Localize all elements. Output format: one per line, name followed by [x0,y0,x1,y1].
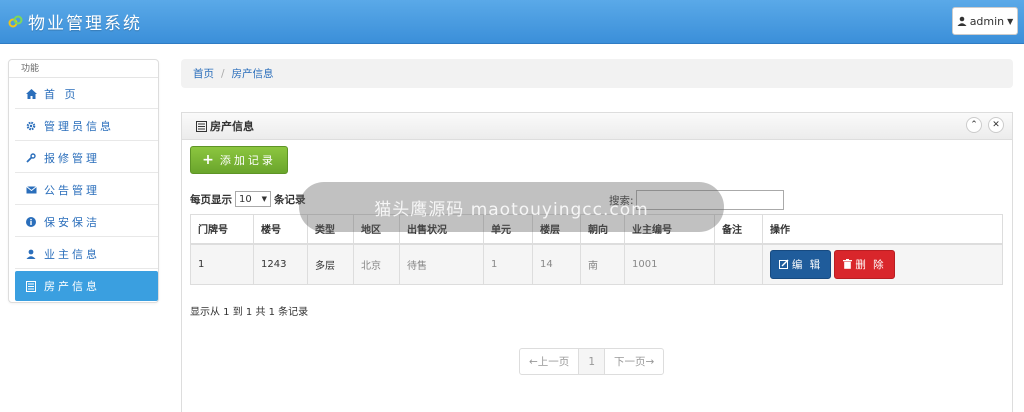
sidebar-item-label: 管理员信息 [44,119,114,133]
col-actions: 操作 [762,214,1003,245]
logo-icon [8,15,23,27]
sidebar-item-label: 首 页 [44,87,79,101]
col-unit[interactable]: 单元 [483,214,533,245]
table-row: 1 1243 多层 北京 待售 1 14 南 1001 编 辑 删 除 [190,243,1003,285]
sidebar-item-repair[interactable]: 报修管理 [15,143,158,173]
cell-unit: 1 [483,243,533,285]
cell-building: 1243 [253,243,308,285]
cell-region: 北京 [353,243,400,285]
caret-down-icon: ▼ [1007,16,1014,26]
collapse-button[interactable]: ⌃ [966,117,982,133]
breadcrumb-home-link[interactable]: 首页 [193,66,214,81]
col-floor[interactable]: 楼层 [532,214,581,245]
sidebar-item-label: 报修管理 [44,151,100,165]
sidebar-item-label: 保安保洁 [44,215,100,229]
cell-actions: 编 辑 删 除 [762,243,1003,285]
edit-label: 编 辑 [791,258,823,271]
user-icon [25,249,37,259]
search-label: 搜索: [609,194,634,207]
list-icon [25,280,37,292]
table-header-row: 门牌号 楼号 类型 地区 出售状况 单元 楼层 朝向 业主编号 备注 操作 [190,214,1003,245]
delete-label: 删 除 [855,258,886,271]
info-icon [25,216,37,227]
property-panel: 房产信息 ⌃ ✕ + 添加记录 每页显示 10 ▼ 条记录 搜索: 门牌号 楼号… [181,112,1013,412]
page-length-value: 10 [239,193,252,205]
col-sale[interactable]: 出售状况 [399,214,484,245]
brand[interactable]: 物业管理系统 [8,9,142,34]
cell-door: 1 [190,243,254,285]
panel-tools: ⌃ ✕ [966,117,1004,133]
cell-owner-id: 1001 [624,243,715,285]
sidebar-item-security[interactable]: 保安保洁 [15,207,158,237]
panel-header: 房产信息 [182,113,1012,140]
trash-icon [843,259,853,270]
close-icon: ✕ [992,120,1000,130]
sidebar-item-label: 公告管理 [44,183,100,197]
search-input[interactable] [635,190,784,210]
pagination: ←上一页 1 下一页→ [519,348,665,375]
sidebar-item-label: 房产信息 [44,280,100,293]
sidebar-item-notice[interactable]: 公告管理 [15,175,158,205]
table-info: 显示从 1 到 1 共 1 条记录 [190,307,309,318]
col-door[interactable]: 门牌号 [190,214,254,245]
app-title: 物业管理系统 [28,14,142,34]
breadcrumb: 首页 / 房产信息 [181,59,1013,88]
caret-down-icon: ▼ [261,195,267,203]
property-table: 门牌号 楼号 类型 地区 出售状况 单元 楼层 朝向 业主编号 备注 操作 1 … [190,214,1003,285]
user-icon [957,16,967,26]
col-region[interactable]: 地区 [353,214,400,245]
home-icon [25,88,37,99]
length-suffix: 条记录 [274,193,306,206]
col-building[interactable]: 楼号 [253,214,308,245]
add-record-label: 添加记录 [219,154,276,167]
top-navbar: 物业管理系统 admin ▼ [0,0,1024,44]
breadcrumb-separator: / [221,67,225,80]
list-icon [196,120,207,132]
sidebar-heading: 功能 [9,60,158,78]
search-control: 搜索: [609,190,784,210]
sidebar-item-owner[interactable]: 业主信息 [15,239,158,269]
col-note[interactable]: 备注 [714,214,763,245]
user-menu-button[interactable]: admin ▼ [952,7,1018,35]
wrench-icon [25,152,37,163]
page-length-select[interactable]: 10 ▼ [235,191,271,207]
cell-orient: 南 [580,243,625,285]
chevron-up-icon: ⌃ [970,120,978,130]
sidebar-item-admin-info[interactable]: 管理员信息 [15,111,158,141]
page-length-control: 每页显示 10 ▼ 条记录 [190,191,306,207]
delete-button[interactable]: 删 除 [834,249,895,279]
breadcrumb-current: 房产信息 [231,68,274,80]
page-number-button[interactable]: 1 [578,349,605,374]
sidebar: 功能 首 页 管理员信息 报修管理 公告管理 保安保洁 业主信息 房产信息 [8,59,159,303]
length-prefix: 每页显示 [190,193,232,206]
col-orient[interactable]: 朝向 [580,214,625,245]
next-page-button[interactable]: 下一页→ [605,349,663,374]
panel-title: 房产信息 [210,120,254,133]
add-record-button[interactable]: + 添加记录 [190,146,288,174]
close-button[interactable]: ✕ [988,117,1004,133]
cell-floor: 14 [532,243,581,285]
col-owner-id[interactable]: 业主编号 [624,214,715,245]
cell-note [714,243,763,285]
sidebar-item-home[interactable]: 首 页 [15,79,158,109]
cell-sale: 待售 [399,243,484,285]
prev-page-button[interactable]: ←上一页 [520,349,578,374]
cell-type: 多层 [307,243,354,285]
sidebar-item-property[interactable]: 房产信息 [15,271,158,301]
envelope-icon [25,185,37,194]
col-type[interactable]: 类型 [307,214,354,245]
plus-icon: + [202,152,214,168]
username: admin [969,14,1005,28]
cog-icon [25,121,37,131]
edit-button[interactable]: 编 辑 [770,249,831,279]
edit-icon [778,259,789,270]
sidebar-item-label: 业主信息 [44,247,100,261]
